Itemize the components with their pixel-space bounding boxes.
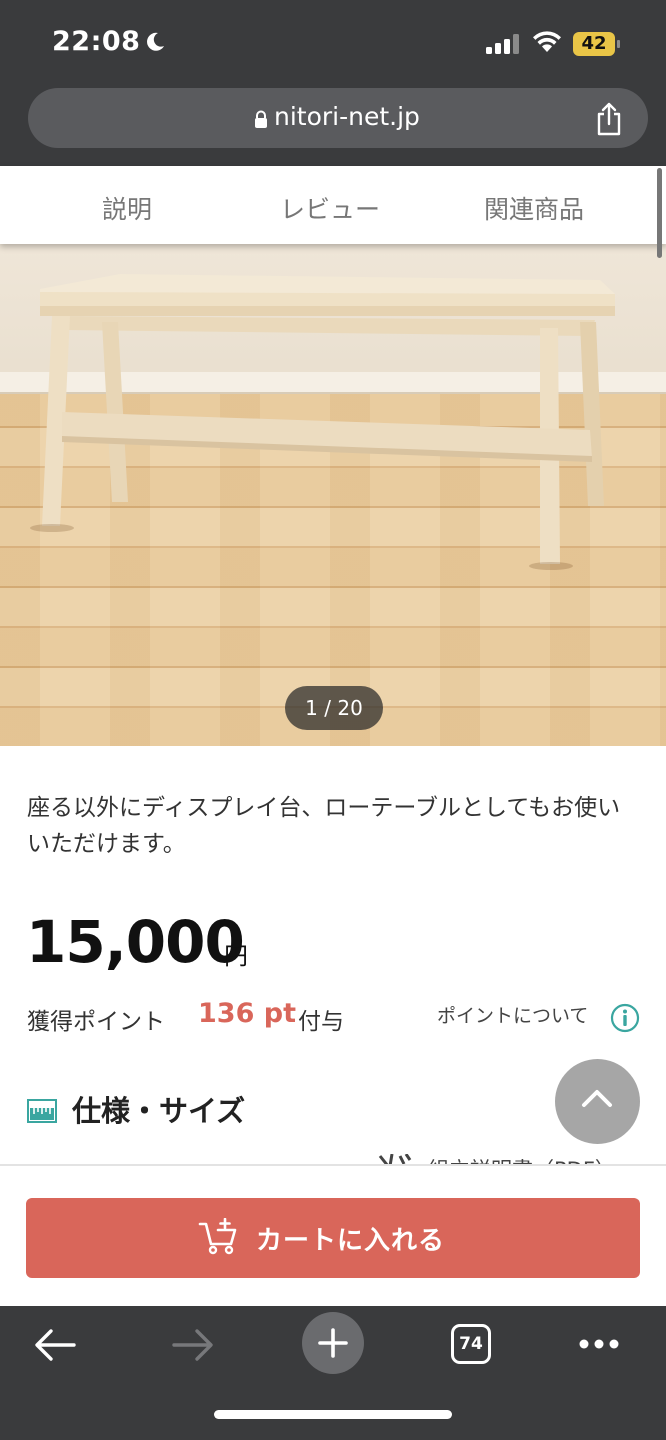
image-counter: 1 / 20 [285, 686, 383, 730]
tab-description[interactable]: 説明 [102, 190, 152, 226]
forward-arrow-icon[interactable] [172, 1328, 214, 1362]
product-tabs: 説明 レビュー 関連商品 [0, 166, 666, 244]
battery-level: 42 [581, 33, 607, 54]
add-to-cart-button[interactable]: カートに入れる [26, 1198, 640, 1278]
back-arrow-icon[interactable] [34, 1328, 76, 1362]
lock-icon [255, 110, 267, 128]
share-icon[interactable] [594, 102, 624, 136]
add-to-cart-label: カートに入れる [256, 1226, 446, 1256]
plus-icon [318, 1328, 348, 1358]
points-value: 136 pt [198, 998, 296, 1029]
points-suffix: 付与 [298, 1009, 344, 1035]
ruler-icon [27, 1099, 57, 1123]
bench-illustration [30, 274, 615, 570]
page-scrollbar[interactable] [657, 168, 662, 258]
chevron-up-icon [582, 1090, 612, 1107]
tabs-overview-button[interactable]: 74 [451, 1324, 491, 1364]
tab-reviews[interactable]: レビュー [280, 190, 380, 226]
points-about-link[interactable]: ポイントについて [437, 1001, 588, 1028]
url-bar[interactable]: nitori-net.jp [28, 88, 648, 148]
page: 22:08 42 nitori-net.jp 説明 レビュー 関連商品 1 / … [0, 0, 666, 1440]
product-price: 15,000 [26, 908, 245, 976]
more-options-icon[interactable] [578, 1338, 620, 1350]
tab-related-products[interactable]: 関連商品 [484, 190, 584, 226]
points-label: 獲得ポイント [27, 1009, 165, 1035]
browser-bottom-toolbar: 74 [0, 1306, 666, 1440]
scroll-to-top-button[interactable] [555, 1059, 640, 1144]
product-description: 座る以外にディスプレイ台、ローテーブルとしてもお使いいただけます。 [27, 795, 621, 857]
wifi-icon [533, 31, 561, 52]
url-text: nitori-net.jp [274, 102, 420, 131]
home-indicator [214, 1410, 452, 1419]
spec-heading: 仕様・サイズ [72, 1094, 246, 1128]
battery-indicator: 42 [573, 32, 621, 56]
signal-icon [486, 34, 519, 54]
product-image-carousel[interactable]: 1 / 20 [0, 244, 666, 746]
cart-plus-icon [198, 1218, 237, 1255]
moon-icon [147, 32, 164, 51]
new-tab-button[interactable] [302, 1312, 364, 1374]
price-currency: 円 [224, 942, 248, 970]
status-time: 22:08 [52, 26, 141, 57]
info-icon[interactable] [610, 1003, 640, 1033]
battery-cap [617, 40, 620, 48]
cart-area: カートに入れる [0, 1166, 666, 1306]
browser-top-chrome: 22:08 42 nitori-net.jp [0, 0, 666, 166]
